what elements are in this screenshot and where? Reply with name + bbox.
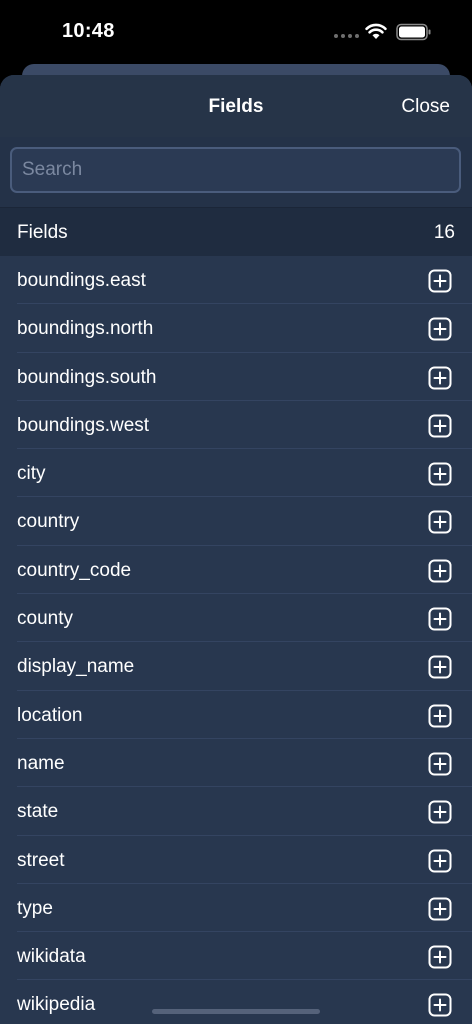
add-field-icon[interactable] [428,366,452,390]
add-field-icon[interactable] [428,800,452,824]
list-item[interactable]: state [0,787,472,836]
list-item[interactable]: boundings.north [0,304,472,353]
add-field-icon[interactable] [428,317,452,341]
list-item[interactable]: type [0,884,472,933]
battery-icon [396,23,431,41]
field-name: wikidata [17,946,86,968]
field-list: boundings.east boundings.north boundings.s… [0,256,472,1024]
add-field-icon[interactable] [428,414,452,438]
close-button[interactable]: Close [401,96,450,118]
field-name: street [17,849,65,871]
field-name: boundings.south [17,366,157,388]
field-name: name [17,752,65,774]
add-field-icon[interactable] [428,993,452,1017]
list-item[interactable]: boundings.west [0,401,472,450]
field-name: county [17,608,73,630]
field-name: type [17,897,53,919]
status-time: 10:48 [62,20,115,42]
list-item[interactable]: display_name [0,642,472,691]
field-name: boundings.east [17,270,146,291]
nav-bar: Fields Close [0,75,472,137]
list-item[interactable]: wikidata [0,932,472,981]
field-name: city [17,463,46,485]
list-item[interactable]: county [0,594,472,643]
field-name: location [17,704,83,726]
field-name: state [17,801,59,823]
home-indicator [152,1009,320,1014]
search-input[interactable] [10,147,461,193]
add-field-icon[interactable] [428,655,452,679]
field-name: boundings.west [17,414,150,436]
list-item[interactable]: location [0,691,472,740]
add-field-icon[interactable] [428,510,452,534]
add-field-icon[interactable] [428,704,452,728]
field-name: country [17,511,80,533]
list-item[interactable]: boundings.south [0,353,472,402]
search-bar [0,137,472,207]
add-field-icon[interactable] [428,607,452,631]
status-bar: 10:48 [0,0,472,64]
add-field-icon[interactable] [428,752,452,776]
list-item[interactable]: country [0,497,472,547]
field-name: wikipedia [17,994,96,1016]
section-label: Fields [17,222,68,243]
list-item[interactable]: boundings.east [0,256,472,305]
add-field-icon[interactable] [428,269,452,293]
wifi-icon [365,23,387,39]
add-field-icon[interactable] [428,897,452,921]
list-item[interactable]: wikipedia [0,980,472,1024]
field-name: country_code [17,559,132,581]
add-field-icon[interactable] [428,462,452,486]
fields-sheet: Fields Close Fields 16 boundings.eastbou… [0,75,472,1024]
list-item[interactable]: city [0,449,472,498]
field-name: display_name [17,656,135,678]
list-item[interactable]: country_code [0,546,472,595]
add-field-icon[interactable] [428,945,452,969]
field-count: 16 [433,222,455,243]
section-header: Fields 16 [0,207,472,256]
field-name: boundings.north [17,318,154,340]
add-field-icon[interactable] [428,849,452,873]
list-item[interactable]: street [0,836,472,885]
signal-icon [334,34,359,38]
list-item[interactable]: name [0,739,472,788]
add-field-icon[interactable] [428,559,452,583]
